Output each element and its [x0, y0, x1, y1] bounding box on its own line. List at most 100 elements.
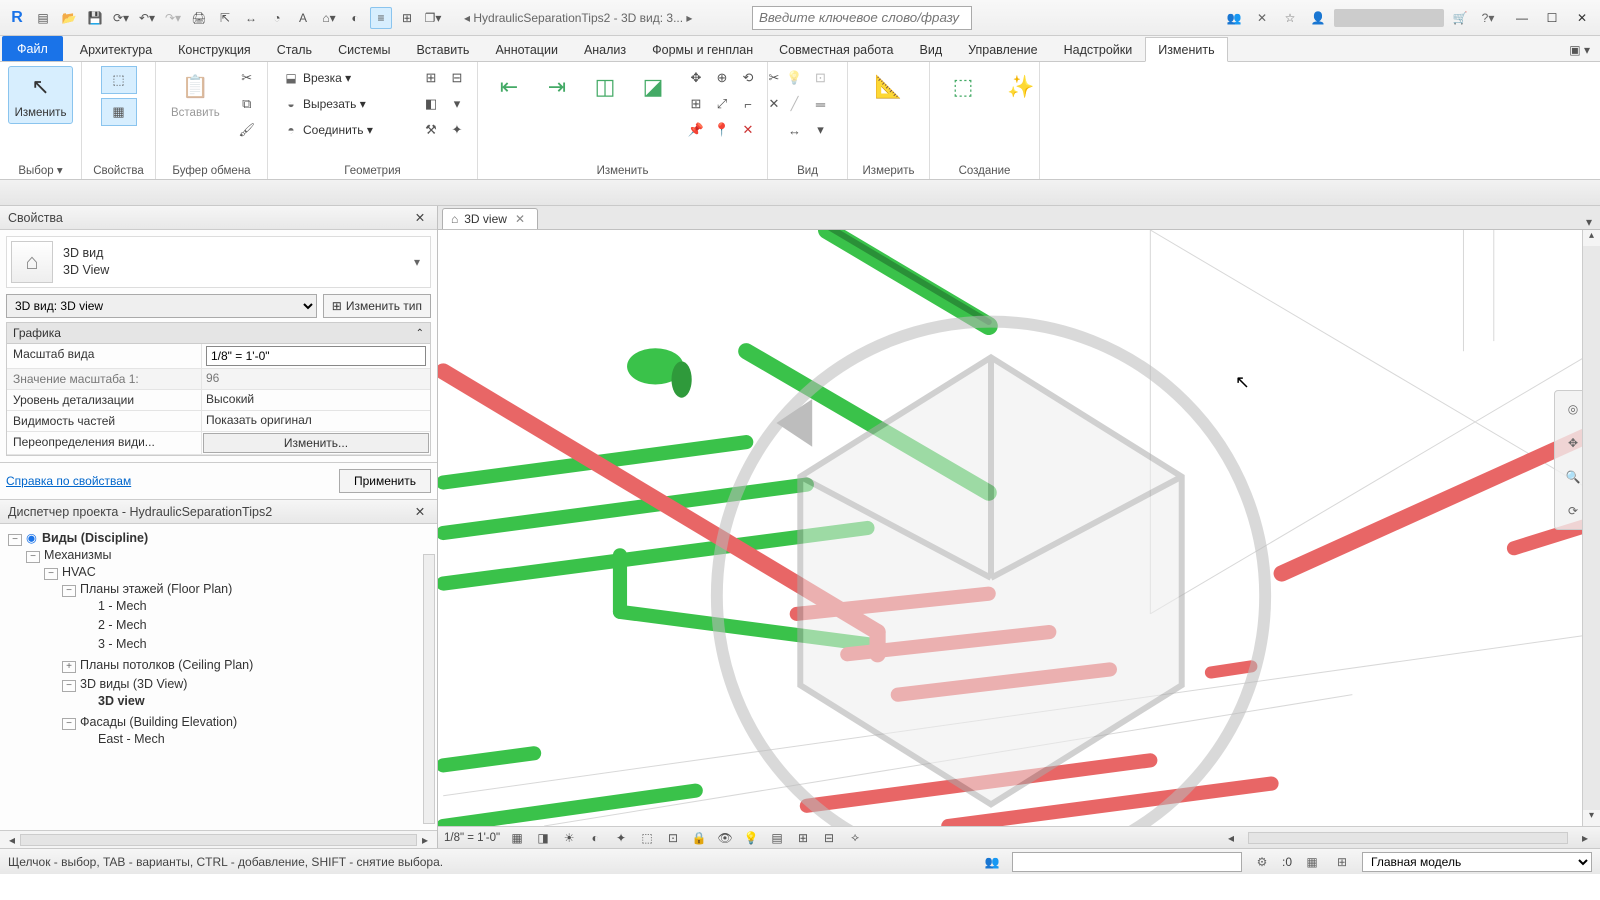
- tab-structure[interactable]: Конструкция: [165, 37, 264, 61]
- prop-row-detail[interactable]: Уровень детализации Высокий: [7, 390, 430, 411]
- pin-button[interactable]: 📌: [684, 118, 708, 142]
- measure-button[interactable]: 📐: [864, 66, 914, 108]
- rotate-button[interactable]: ⟲: [736, 66, 760, 90]
- text-icon[interactable]: A: [292, 7, 314, 29]
- tab-steel[interactable]: Сталь: [264, 37, 325, 61]
- minimize-button[interactable]: —: [1510, 8, 1534, 28]
- properties-close-icon[interactable]: ✕: [411, 210, 429, 225]
- activate-icon[interactable]: ✦: [445, 118, 469, 142]
- instance-filter-select[interactable]: 3D вид: 3D view: [6, 294, 317, 318]
- viewport-hscroll[interactable]: [1248, 832, 1568, 844]
- match-type-button[interactable]: 🖌: [235, 118, 259, 142]
- prop-row-parts[interactable]: Видимость частей Показать оригинал: [7, 411, 430, 432]
- viewport-vscroll[interactable]: ▴▾: [1582, 230, 1600, 826]
- switch-windows-icon[interactable]: ❐▾: [422, 7, 444, 29]
- modify-tool-button[interactable]: ↖ Изменить: [8, 66, 73, 124]
- ribbon-display-toggle[interactable]: ▣ ▾: [1559, 39, 1600, 61]
- properties-button[interactable]: ▦: [101, 98, 137, 126]
- tab-file[interactable]: Файл: [2, 36, 63, 61]
- mirror-axis-button[interactable]: ◫: [582, 66, 628, 108]
- view-scale-label[interactable]: 1/8" = 1'-0": [444, 832, 500, 844]
- selection-filter-icon[interactable]: ⚙: [1252, 852, 1272, 872]
- section-icon[interactable]: ◐: [344, 7, 366, 29]
- offset-button[interactable]: ⇥: [534, 66, 580, 108]
- dimension-icon[interactable]: ↔: [240, 7, 262, 29]
- save-icon[interactable]: 💾: [84, 7, 106, 29]
- tree-fp-3[interactable]: ·3 - Mech: [80, 635, 435, 654]
- mirror-draw-button[interactable]: ◪: [630, 66, 676, 108]
- wall-join-icon[interactable]: ⊞: [419, 66, 443, 90]
- copy-button[interactable]: ⧉: [235, 92, 259, 116]
- temp-hide-icon[interactable]: 👁: [716, 829, 734, 847]
- sync-icon[interactable]: ⟳▾: [110, 7, 132, 29]
- search-box[interactable]: [752, 6, 972, 30]
- tree-fp-2[interactable]: ·2 - Mech: [80, 616, 435, 635]
- copy-move-button[interactable]: ⊕: [710, 66, 734, 90]
- crop-view-icon[interactable]: ⬚: [638, 829, 656, 847]
- linework2-button[interactable]: ═: [809, 92, 833, 116]
- rendering-icon[interactable]: ✦: [612, 829, 630, 847]
- edit-type-button[interactable]: ⊞ Изменить тип: [323, 294, 431, 318]
- app-exchange-icon[interactable]: ✕: [1250, 6, 1274, 30]
- hscroll-right-view-icon[interactable]: ▸: [1576, 829, 1594, 847]
- signin-icon[interactable]: 👥: [1222, 6, 1246, 30]
- workset-combo-empty[interactable]: [1012, 852, 1242, 872]
- properties-help-link[interactable]: Справка по свойствам: [6, 474, 131, 488]
- tree-3d-view-item[interactable]: ·3D view: [80, 692, 435, 711]
- unpin-button[interactable]: 📍: [710, 118, 734, 142]
- cut-geom-button[interactable]: ◒Вырезать ▾: [276, 92, 411, 116]
- type-properties-button[interactable]: ⬚: [101, 66, 137, 94]
- project-browser-tree[interactable]: −◉Виды (Discipline) −Механизмы −HVAC −Пл…: [0, 524, 437, 830]
- tab-collaborate[interactable]: Совместная работа: [766, 37, 906, 61]
- apply-button[interactable]: Применить: [339, 469, 431, 493]
- dim-opt-btn[interactable]: ▾: [809, 118, 833, 142]
- measure-icon[interactable]: ⇱: [214, 7, 236, 29]
- 3d-viewport[interactable]: ◎ ✥ 🔍 ⟳ ↖: [438, 230, 1600, 826]
- linework-button[interactable]: ╱: [783, 92, 807, 116]
- redo-icon[interactable]: ↷▾: [162, 7, 184, 29]
- main-model-select[interactable]: Главная модель: [1362, 852, 1592, 872]
- delete-button[interactable]: ✕: [736, 118, 760, 142]
- override-view-button[interactable]: ⊡: [809, 66, 833, 90]
- design-options-icon[interactable]: ⊞: [1332, 852, 1352, 872]
- search-input[interactable]: [752, 6, 972, 30]
- type-selector[interactable]: ⌂ 3D вид 3D View ▾: [6, 236, 431, 288]
- open-icon[interactable]: 📂: [58, 7, 80, 29]
- dim-btn[interactable]: ↔: [783, 118, 807, 142]
- browser-close-icon[interactable]: ✕: [411, 504, 429, 519]
- browser-hscroll[interactable]: ◂ ▸: [0, 830, 437, 848]
- analytical-icon[interactable]: ⊞: [794, 829, 812, 847]
- trim-corner-button[interactable]: ⌐: [736, 92, 760, 116]
- close-hidden-icon[interactable]: ⊞: [396, 7, 418, 29]
- tab-view[interactable]: Вид: [907, 37, 956, 61]
- cart-icon[interactable]: 🛒: [1448, 6, 1472, 30]
- highlight-displacement-icon[interactable]: ⊟: [820, 829, 838, 847]
- tab-massing[interactable]: Формы и генплан: [639, 37, 766, 61]
- create-similar-button[interactable]: ⬚: [938, 66, 988, 108]
- viewcube[interactable]: [438, 268, 1572, 826]
- tab-insert[interactable]: Вставить: [403, 37, 482, 61]
- cut-button[interactable]: ✂: [235, 66, 259, 90]
- view-scale-input[interactable]: [206, 346, 426, 366]
- 3d-icon[interactable]: ⌂▾: [318, 7, 340, 29]
- user-icon[interactable]: 👤: [1306, 6, 1330, 30]
- hide-view-button[interactable]: 💡: [783, 66, 807, 90]
- tree-root-views[interactable]: −◉Виды (Discipline) −Механизмы −HVAC −Пл…: [8, 528, 435, 757]
- hscroll-left-view-icon[interactable]: ◂: [1222, 829, 1240, 847]
- create-group-button[interactable]: ✨: [996, 66, 1046, 108]
- visual-style-icon[interactable]: ◨: [534, 829, 552, 847]
- tab-addins[interactable]: Надстройки: [1051, 37, 1146, 61]
- properties-panel-header[interactable]: Свойства ✕: [0, 206, 437, 230]
- undo-icon[interactable]: ↶▾: [136, 7, 158, 29]
- tab-systems[interactable]: Системы: [325, 37, 403, 61]
- maximize-button[interactable]: ☐: [1540, 8, 1564, 28]
- tab-annotate[interactable]: Аннотации: [482, 37, 570, 61]
- tree-elevations[interactable]: −Фасады (Building Elevation) ·East - Mec…: [62, 713, 435, 751]
- tab-architecture[interactable]: Архитектура: [67, 37, 165, 61]
- cope-button[interactable]: ⬓Врезка ▾: [276, 66, 411, 90]
- help-icon[interactable]: ?▾: [1476, 6, 1500, 30]
- detail-level-icon[interactable]: ▦: [508, 829, 526, 847]
- worksharing-display-icon[interactable]: ▤: [768, 829, 786, 847]
- view-tabs-menu-icon[interactable]: ▾: [1578, 215, 1600, 229]
- hscroll-right-icon[interactable]: ▸: [417, 833, 433, 847]
